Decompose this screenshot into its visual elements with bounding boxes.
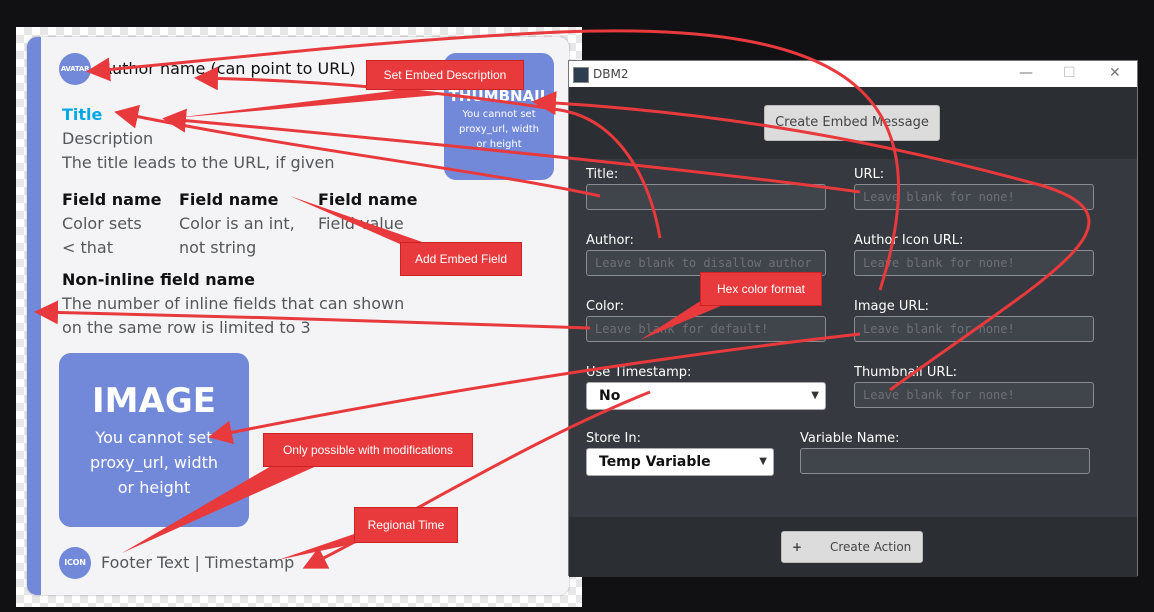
field-name: Field name [179,190,279,209]
store-in-select[interactable]: Temp Variable ▼ [586,448,774,476]
footer-icon: ICON [59,547,91,579]
field-value: Color is an int, [179,214,295,233]
plus-icon: + [792,540,803,554]
use-timestamp-value: No [599,388,621,404]
dbm2-window: DBM2 — ☐ ✕ Create Embed Message Title: U… [568,60,1138,577]
field-value: Field value [318,214,404,233]
url-label: URL: [854,167,885,182]
embed-title-note: The title leads to the URL, if given [62,153,335,172]
noninline-field-name: Non-inline field name [62,270,255,289]
image-note-2: proxy_url, width [89,453,219,472]
maximize-icon[interactable]: ☐ [1063,65,1076,81]
color-label: Color: [586,299,625,314]
app-icon [573,67,589,83]
create-action-label: Create Action [830,540,912,554]
author-icon-url-input[interactable]: Leave blank for none! [854,250,1094,276]
close-icon[interactable]: ✕ [1109,65,1121,81]
window-title: DBM2 [593,67,629,81]
field-value: not string [179,238,257,257]
image-url-label: Image URL: [854,299,930,314]
image-title: IMAGE [92,381,216,421]
author-icon-url-label: Author Icon URL: [854,233,964,248]
color-input[interactable]: Leave blank for default! [586,316,826,342]
thumbnail-url-label: Thumbnail URL: [854,365,958,380]
minimize-icon[interactable]: — [1019,65,1033,81]
field-value: < that [62,238,113,257]
image-note-1: You cannot set [95,428,213,447]
callout-regional-time: Regional Time [354,507,458,543]
variable-name-label: Variable Name: [800,431,900,446]
bottom-toolbar: + Create Action [569,517,1137,577]
create-embed-button[interactable]: Create Embed Message [764,105,940,141]
title-label: Title: [586,167,619,182]
field-name: Field name [318,190,418,209]
embed-author-name: Author name (can point to URL) [101,59,356,78]
chevron-down-icon: ▼ [759,456,767,467]
callout-set-embed-description: Set Embed Description [366,60,524,90]
image-url-input[interactable]: Leave blank for none! [854,316,1094,342]
field-name: Field name [62,190,162,209]
chevron-down-icon: ▼ [811,390,819,401]
create-action-button[interactable]: + Create Action [781,531,923,563]
embed-preview: AVATAR Author name (can point to URL) TH… [27,37,569,595]
title-input[interactable] [586,184,826,210]
callout-hex-color-format: Hex color format [700,272,822,306]
url-input[interactable]: Leave blank for none! [854,184,1094,210]
author-label: Author: [586,233,634,248]
store-in-value: Temp Variable [599,454,711,470]
noninline-field-value: on the same row is limited to 3 [62,318,311,337]
thumbnail-note: You cannot set proxy_url, width or heigh… [458,109,540,150]
title-bar: DBM2 — ☐ ✕ [569,61,1137,87]
use-timestamp-label: Use Timestamp: [586,365,692,380]
footer-text: Footer Text | Timestamp [101,553,295,572]
embed-title: Title [62,105,103,124]
embed-color-bar [27,37,41,595]
store-in-label: Store In: [586,431,641,446]
thumbnail-url-input[interactable]: Leave blank for none! [854,382,1094,408]
noninline-field-value: The number of inline fields that can sho… [62,294,405,313]
embed-description: Description [62,129,154,148]
top-toolbar: Create Embed Message [569,87,1137,159]
callout-only-possible-with-modifications: Only possible with modifications [263,433,473,467]
author-avatar: AVATAR [59,53,91,85]
use-timestamp-select[interactable]: No ▼ [586,382,826,410]
variable-name-input[interactable] [800,448,1090,474]
image-note-3: or height [117,478,191,497]
image-placeholder: IMAGE You cannot set proxy_url, width or… [59,353,249,527]
field-value: Color sets [62,214,142,233]
callout-add-embed-field: Add Embed Field [400,242,522,276]
